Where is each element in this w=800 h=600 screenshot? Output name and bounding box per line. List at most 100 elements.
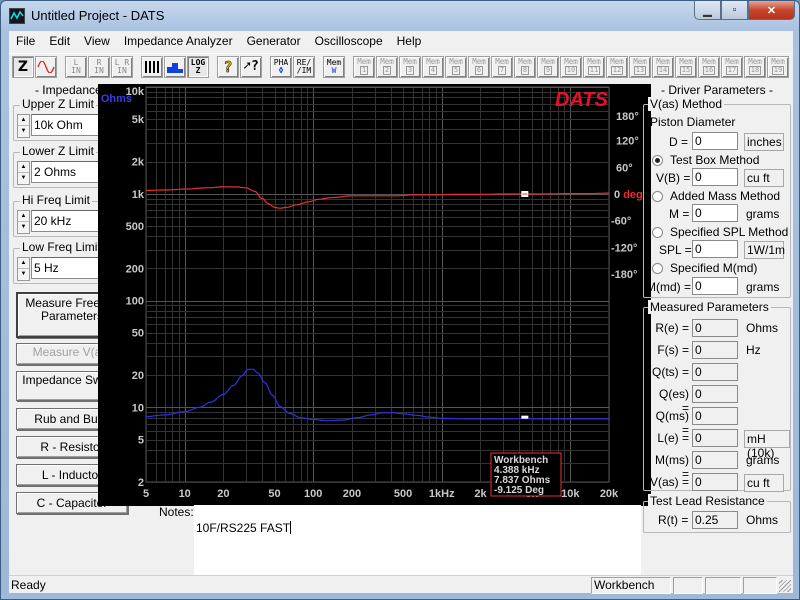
- spin-up-icon[interactable]: ▲: [18, 211, 29, 222]
- spin-down-icon[interactable]: ▼: [18, 269, 29, 280]
- close-button[interactable]: ✕: [748, 1, 795, 20]
- notes-textarea[interactable]: 10F/RS225 FAST: [194, 505, 641, 575]
- upper-z-limit-input[interactable]: [31, 114, 99, 136]
- spin-up-icon[interactable]: ▲: [18, 162, 29, 173]
- menu-edit[interactable]: Edit: [42, 31, 77, 51]
- hi-freq-spinner[interactable]: ▲ ▼: [17, 210, 30, 234]
- mmd-unit: grams: [746, 280, 780, 294]
- bargraph-button[interactable]: [164, 55, 186, 78]
- resize-grip[interactable]: [779, 580, 791, 592]
- measured-param-value[interactable]: 0: [692, 451, 738, 469]
- help-button[interactable]: ?: [217, 55, 239, 78]
- m-input[interactable]: 0: [692, 204, 738, 222]
- memory-slot-9-button[interactable]: Mem 9: [537, 55, 559, 78]
- memory-slot-16-button[interactable]: Mem 16: [698, 55, 720, 78]
- memory-slot-17-button[interactable]: Mem 17: [721, 55, 743, 78]
- low-freq-limit-input[interactable]: [31, 257, 99, 279]
- status-cell-1: [673, 577, 703, 594]
- menu-file[interactable]: File: [9, 31, 42, 51]
- memory-slot-13-button[interactable]: Mem 13: [629, 55, 651, 78]
- measured-param-value[interactable]: 0: [692, 363, 738, 381]
- left-in-icon: L IN: [71, 57, 81, 75]
- low-freq-spinner[interactable]: ▲ ▼: [17, 257, 30, 281]
- memory-slot-15-button[interactable]: Mem 15: [675, 55, 697, 78]
- memory-slot-8-button[interactable]: Mem 8: [514, 55, 536, 78]
- measured-parameters-group: Measured Parameters R(e) = 0 Ohms F(s) = 0 Hz…: [643, 300, 791, 492]
- d-unit: inches: [744, 133, 784, 151]
- memory-slot-14-button[interactable]: Mem 14: [652, 55, 674, 78]
- notes-text: 10F/RS225 FAST: [196, 521, 291, 535]
- lr-in-button[interactable]: L R IN: [111, 55, 133, 78]
- memory-slot-5-button[interactable]: Mem 5: [445, 55, 467, 78]
- re-im-button[interactable]: RE//IM: [293, 55, 315, 78]
- context-help-icon: ➚?: [243, 58, 259, 74]
- mmd-input[interactable]: 0: [692, 277, 738, 295]
- vb-input[interactable]: 0: [692, 168, 738, 186]
- x-tick-label: 500: [394, 488, 412, 500]
- minimize-button[interactable]: ▁: [694, 1, 721, 20]
- rt-input[interactable]: 0.25: [692, 511, 738, 529]
- measured-param-value[interactable]: 0: [692, 429, 738, 447]
- lower-z-spinner[interactable]: ▲ ▼: [17, 161, 30, 185]
- menu-impedance-analyzer[interactable]: Impedance Analyzer: [117, 31, 240, 51]
- menu-oscilloscope[interactable]: Oscilloscope: [308, 31, 390, 51]
- memory-slot-2-button[interactable]: Mem 2: [376, 55, 398, 78]
- piano-button[interactable]: [141, 55, 163, 78]
- spin-down-icon[interactable]: ▼: [18, 222, 29, 233]
- lower-z-limit-input[interactable]: [31, 161, 99, 183]
- hi-freq-limit-input[interactable]: [31, 210, 99, 232]
- test-box-radio[interactable]: [652, 155, 663, 166]
- maximize-button[interactable]: ▫: [721, 1, 748, 20]
- specified-mmd-label[interactable]: Specified M(md): [670, 261, 757, 275]
- chart-svg[interactable]: 251020501002005001k2k5k10k 180°120°60°0 …: [98, 84, 651, 506]
- memory-slot-7-button[interactable]: Mem 7: [491, 55, 513, 78]
- upper-z-spinner[interactable]: ▲ ▼: [17, 114, 30, 138]
- memory-slot-18-button[interactable]: Mem 18: [744, 55, 766, 78]
- measured-param-value[interactable]: 0: [692, 407, 738, 425]
- menu-help[interactable]: Help: [390, 31, 429, 51]
- spl-input[interactable]: 0: [692, 240, 738, 258]
- mem-w-button[interactable]: Mem W: [323, 55, 345, 78]
- vas-method-legend: V(as) Method: [648, 97, 725, 111]
- spin-up-icon[interactable]: ▲: [18, 115, 29, 126]
- spin-down-icon[interactable]: ▼: [18, 126, 29, 137]
- impedance-mode-button[interactable]: Z: [12, 55, 34, 78]
- test-box-label[interactable]: Test Box Method: [670, 153, 759, 167]
- left-in-button[interactable]: L IN: [65, 55, 87, 78]
- measured-param-value[interactable]: 0: [692, 319, 738, 337]
- d-input[interactable]: 0: [692, 132, 738, 150]
- measured-param-value[interactable]: 0: [692, 385, 738, 403]
- m-label: M =: [669, 207, 690, 221]
- memory-slot-1-button[interactable]: Mem 1: [353, 55, 375, 78]
- test-lead-legend: Test Lead Resistance: [648, 494, 767, 508]
- memory-slot-19-button[interactable]: Mem 19: [767, 55, 789, 78]
- memory-slot-label: Mem: [518, 57, 532, 66]
- context-help-button[interactable]: ➚?: [240, 55, 262, 78]
- y-right-tick-label: -60°: [611, 216, 631, 228]
- spin-up-icon[interactable]: ▲: [18, 258, 29, 269]
- log-z-button[interactable]: LOG Z: [187, 55, 209, 78]
- menu-generator[interactable]: Generator: [240, 31, 308, 51]
- specified-spl-label[interactable]: Specified SPL Method: [670, 225, 788, 239]
- memory-slot-label: Mem: [380, 57, 394, 66]
- memory-slot-10-button[interactable]: Mem 10: [560, 55, 582, 78]
- spin-down-icon[interactable]: ▼: [18, 173, 29, 184]
- memory-slot-12-button[interactable]: Mem 12: [606, 55, 628, 78]
- added-mass-label[interactable]: Added Mass Method: [670, 189, 780, 203]
- memory-slot-3-button[interactable]: Mem 3: [399, 55, 421, 78]
- measured-param-value[interactable]: 0: [692, 341, 738, 359]
- impedance-chart[interactable]: 2 5 10 20 50 100 200 500 1k 2k 5k 10k 180° 120° 60° 0 …: [98, 84, 651, 506]
- memory-slot-11-button[interactable]: Mem 11: [583, 55, 605, 78]
- memory-slot-4-button[interactable]: Mem 4: [422, 55, 444, 78]
- title-bar[interactable]: Untitled Project - DATS ▁ ▫ ✕: [1, 1, 800, 31]
- added-mass-radio[interactable]: [652, 191, 663, 202]
- specified-mmd-radio[interactable]: [652, 263, 663, 274]
- generator-mode-button[interactable]: [35, 55, 57, 78]
- right-in-button[interactable]: R IN: [88, 55, 110, 78]
- rt-unit: Ohms: [746, 513, 779, 527]
- memory-slot-6-button[interactable]: Mem 6: [468, 55, 490, 78]
- phase-button[interactable]: PHA Φ: [270, 55, 292, 78]
- menu-view[interactable]: View: [77, 31, 117, 51]
- measured-param-value[interactable]: 0: [692, 473, 738, 491]
- specified-spl-radio[interactable]: [652, 227, 663, 238]
